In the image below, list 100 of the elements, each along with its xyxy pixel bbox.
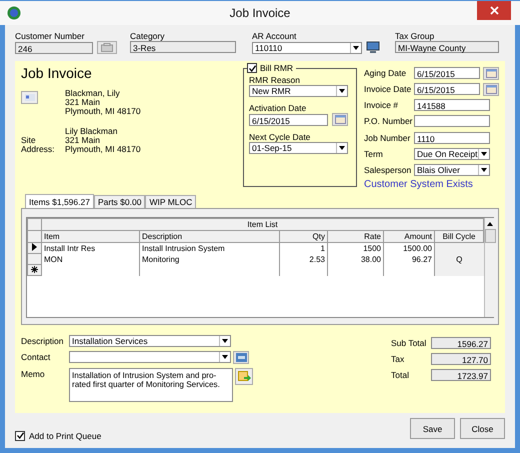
calendar-button[interactable] [332, 113, 348, 126]
close-button[interactable] [477, 1, 511, 20]
field-label: Customer Number [15, 31, 86, 41]
new-row-icon [31, 266, 38, 272]
app-logo-icon [7, 6, 21, 20]
table-cell: Q [434, 254, 484, 264]
field-label: Aging Date [364, 68, 408, 78]
field-label: Invoice Date [364, 84, 411, 94]
form-heading: Job Invoice [21, 65, 93, 81]
dropdown-field[interactable]: 110110 [252, 42, 362, 54]
table-cell: MON [42, 254, 140, 264]
calendar-button[interactable] [483, 82, 499, 96]
window-title: Job Invoice [230, 6, 290, 20]
caret-icon [339, 89, 345, 93]
field-label: Tax Group [395, 31, 436, 41]
scroll-up-icon[interactable] [487, 222, 494, 226]
dropdown-field[interactable] [69, 351, 231, 363]
text-field[interactable]: 1110 [414, 132, 490, 144]
table-cell: 38.00 [328, 254, 384, 264]
field-label: Salesperson [364, 164, 411, 175]
briefcase-icon [101, 43, 113, 52]
table-cell: Install Intr Res [42, 242, 140, 254]
caret-icon [481, 152, 487, 156]
table-cell [434, 264, 484, 276]
bill-rmr-checkbox[interactable] [247, 63, 257, 73]
contact-card-button[interactable] [233, 351, 249, 364]
address-line: Blackman, Lily [65, 89, 121, 98]
print-queue-checkbox[interactable] [15, 430, 25, 440]
tab[interactable]: Parts $0.00 [94, 195, 146, 208]
lookup-button[interactable] [97, 41, 117, 54]
monitor-icon[interactable] [366, 41, 380, 54]
date-field[interactable]: 6/15/2015 [414, 83, 480, 96]
caret-icon [481, 168, 487, 172]
field-label: RMR Reason [249, 75, 300, 85]
site-address-label: Site Address: [21, 136, 56, 154]
caret-icon [353, 46, 359, 50]
column-header: Amount [384, 230, 434, 242]
tab[interactable]: Items $1,596.27 [25, 194, 94, 208]
address-line: 321 Main [65, 136, 101, 145]
field-label: Total [391, 370, 410, 380]
calendar-icon [486, 68, 496, 78]
dropdown-field[interactable]: 01-Sep-15 [249, 142, 348, 154]
checkbox-label: Add to Print Queue [29, 430, 102, 440]
caret-icon [339, 146, 345, 150]
checkbox-label: Bill RMR [260, 63, 294, 73]
address-line: Lily Blackman [65, 127, 118, 136]
field-label: Activation Date [249, 103, 306, 113]
card-icon [236, 353, 246, 362]
readonly-field: 1596.27 [431, 337, 491, 349]
date-field[interactable]: 6/15/2015 [249, 114, 328, 126]
caret-icon [222, 339, 228, 343]
field-label: AR Account [252, 31, 298, 41]
field-label: Next Cycle Date [249, 132, 310, 142]
column-header: Description [140, 230, 280, 242]
contact-card-button[interactable] [21, 91, 38, 104]
field-label: Contact [21, 351, 52, 363]
scroll-thumb[interactable] [484, 229, 496, 243]
readonly-field: 3-Res [130, 41, 236, 53]
readonly-field: MI-Wayne County [395, 41, 499, 53]
dialog-button[interactable]: Close [460, 418, 505, 439]
insert-text-button[interactable] [235, 368, 253, 385]
dropdown-field[interactable]: Installation Services [69, 335, 231, 347]
field-label: Invoice # [364, 100, 400, 110]
column-header: Item [42, 230, 140, 242]
column-header: Qty [280, 230, 328, 242]
dropdown-field[interactable]: Due On Receipt [414, 148, 490, 160]
table-cell: 2.53 [280, 254, 328, 264]
table-cell [434, 242, 484, 254]
scrollbar[interactable] [484, 218, 496, 317]
field-label: P.O. Number [364, 116, 411, 126]
readonly-field: 1723.97 [431, 369, 491, 381]
table-cell: 1 [280, 242, 328, 254]
field-label: Job Number [364, 132, 411, 143]
dropdown-field[interactable]: New RMR [249, 85, 348, 97]
calendar-button[interactable] [483, 66, 499, 80]
address-line: Plymouth, MI 48170 [65, 107, 141, 116]
dropdown-field[interactable]: Blais Oliver [414, 164, 490, 176]
field-label: Sub Total [391, 338, 428, 348]
text-field[interactable] [414, 115, 490, 128]
field-label: Memo [21, 368, 46, 380]
calendar-icon [486, 84, 496, 94]
table-cell: Monitoring [140, 254, 280, 264]
table-cell: Install Intrusion System [140, 242, 280, 254]
card-icon [24, 94, 34, 101]
address-line: Plymouth, MI 48170 [65, 145, 141, 154]
column-header: Bill Cycle [434, 230, 484, 242]
date-field[interactable]: 6/15/2015 [414, 67, 480, 80]
text-field[interactable]: 141588 [414, 99, 490, 112]
tab[interactable]: WIP MLOC [145, 195, 196, 208]
field-label: Tax [391, 354, 406, 364]
field-label: Description [21, 335, 65, 347]
field-label: Term [364, 148, 384, 159]
memo-field[interactable]: Installation of Intrusion System and pro-rated first quarter of Monitoring Services. [69, 368, 233, 402]
caret-icon [222, 355, 228, 359]
close-icon [490, 6, 498, 15]
table-cell: 1500 [328, 242, 384, 254]
dialog-button[interactable]: Save [410, 418, 455, 439]
customer-system-link[interactable]: Customer System Exists [364, 178, 499, 190]
readonly-field: 246 [15, 42, 93, 54]
calendar-icon [334, 115, 346, 124]
